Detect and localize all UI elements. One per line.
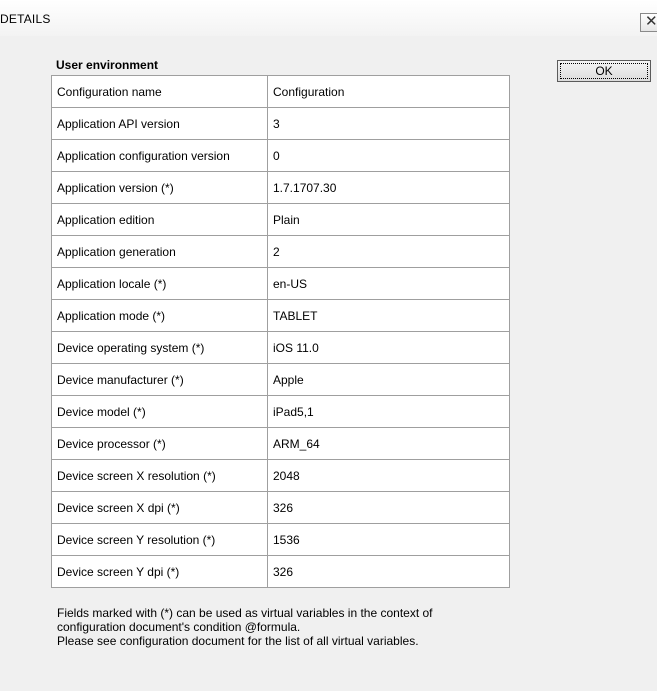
- field-name: Application edition: [51, 203, 268, 236]
- field-name: Device manufacturer (*): [51, 363, 268, 396]
- field-name: Device operating system (*): [51, 331, 268, 364]
- footer-line: configuration document's condition @form…: [57, 620, 301, 634]
- table-row: Device screen Y dpi (*) 326: [51, 555, 510, 588]
- close-icon[interactable]: ✕: [640, 13, 657, 32]
- table-row: Application API version 3: [51, 107, 510, 140]
- field-name: Device model (*): [51, 395, 268, 428]
- window-title: DETAILS: [0, 12, 51, 26]
- field-value: Configuration: [267, 75, 510, 108]
- table-row: Application mode (*) TABLET: [51, 299, 510, 332]
- field-name: Configuration name: [51, 75, 268, 108]
- table-row: Device operating system (*) iOS 11.0: [51, 331, 510, 364]
- field-value: TABLET: [267, 299, 510, 332]
- footer-line: Fields marked with (*) can be used as vi…: [57, 606, 433, 620]
- field-name: Device screen X dpi (*): [51, 491, 268, 524]
- field-value: 2048: [267, 459, 510, 492]
- ok-button[interactable]: OK: [557, 60, 651, 82]
- field-name: Device processor (*): [51, 427, 268, 460]
- table-row: Device screen Y resolution (*) 1536: [51, 523, 510, 556]
- environment-table: Configuration name Configuration Applicati…: [51, 75, 510, 588]
- field-value: Apple: [267, 363, 510, 396]
- field-name: Application mode (*): [51, 299, 268, 332]
- field-value: 1.7.1707.30: [267, 171, 510, 204]
- field-value: en-US: [267, 267, 510, 300]
- field-name: Device screen Y resolution (*): [51, 523, 268, 556]
- table-row: Application edition Plain: [51, 203, 510, 236]
- field-value: ARM_64: [267, 427, 510, 460]
- field-name: Device screen X resolution (*): [51, 459, 268, 492]
- field-name: Device screen Y dpi (*): [51, 555, 268, 588]
- table-row: Device manufacturer (*) Apple: [51, 363, 510, 396]
- field-name: Application API version: [51, 107, 268, 140]
- field-value: iOS 11.0: [267, 331, 510, 364]
- table-row: Device screen X resolution (*) 2048: [51, 459, 510, 492]
- field-name: Application locale (*): [51, 267, 268, 300]
- field-value: 2: [267, 235, 510, 268]
- footer-line: Please see configuration document for th…: [57, 634, 419, 648]
- table-row: Configuration name Configuration: [51, 75, 510, 108]
- table-row: Application version (*) 1.7.1707.30: [51, 171, 510, 204]
- field-name: Application version (*): [51, 171, 268, 204]
- field-value: 1536: [267, 523, 510, 556]
- table-row: Application locale (*) en-US: [51, 267, 510, 300]
- field-name: Application configuration version: [51, 139, 268, 172]
- table-row: Application configuration version 0: [51, 139, 510, 172]
- field-value: iPad5,1: [267, 395, 510, 428]
- field-value: 326: [267, 555, 510, 588]
- section-title: User environment: [56, 58, 159, 72]
- field-value: 3: [267, 107, 510, 140]
- table-row: Device model (*) iPad5,1: [51, 395, 510, 428]
- table-row: Application generation 2: [51, 235, 510, 268]
- field-name: Application generation: [51, 235, 268, 268]
- table-row: Device screen X dpi (*) 326: [51, 491, 510, 524]
- field-value: Plain: [267, 203, 510, 236]
- table-row: Device processor (*) ARM_64: [51, 427, 510, 460]
- footer-note: Fields marked with (*) can be used as vi…: [57, 606, 527, 648]
- details-dialog: DETAILS ✕ User environment OK Configurat…: [0, 0, 657, 691]
- field-value: 0: [267, 139, 510, 172]
- field-value: 326: [267, 491, 510, 524]
- title-bar: DETAILS ✕: [0, 0, 657, 36]
